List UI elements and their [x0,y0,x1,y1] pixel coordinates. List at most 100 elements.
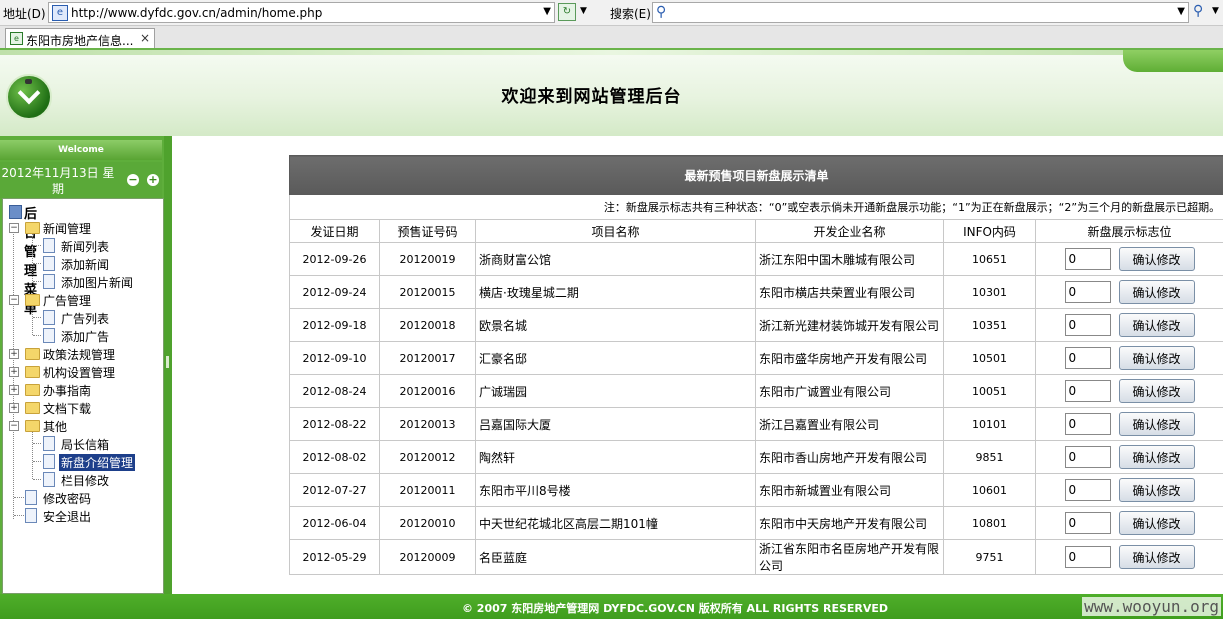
expand-icon[interactable]: + [9,403,19,413]
table-row: 2012-07-27 20120011 东阳市平川8号楼 东阳市新城置业有限公司 106… [289,473,1223,507]
developer-name-cell: 浙江省东阳市名臣房地产开发有限公司 [755,539,944,575]
flag-input[interactable] [1064,380,1111,402]
expand-icon[interactable]: + [9,385,19,395]
welcome-bar: Welcome [0,140,162,160]
confirm-edit-button[interactable]: 确认修改 [1118,346,1195,370]
tree-line [33,281,41,282]
table-row: 2012-08-2220120013吕嘉国际大厦浙江吕嘉置业有限公司10101 确… [289,407,1223,441]
flag-input[interactable] [1064,479,1111,501]
table-title-row: 最新预售项目新盘展示清单 [288,155,1223,195]
chevron-down-icon[interactable]: ▼ [1212,6,1219,16]
table-row: 2012-09-10 20120017 汇豪名邸 东阳市盛华房地产开发有限公司 1050… [289,341,1223,375]
cert-number-cell: 20120018 [379,308,476,342]
date-line-1: 2012年11月13日 星期 [1,166,115,196]
page-icon [43,472,55,487]
date-area: 2012年11月13日 星期 二 − + [0,162,162,212]
info-code-cell: 10301 [943,275,1036,309]
collapse-icon[interactable]: − [9,421,19,431]
tree-line [33,263,41,264]
column-header: 项目名称 [475,219,756,243]
project-name-cell: 浙商财富公馆 [475,242,756,276]
confirm-edit-button[interactable]: 确认修改 [1118,511,1195,535]
expand-all-button[interactable]: + [147,174,159,186]
expand-icon[interactable]: + [9,349,19,359]
column-header: 发证日期 [289,219,380,243]
page-icon [43,328,55,343]
flag-input[interactable] [1064,248,1111,270]
copyright-text: © 2007 东阳房地产管理网 DYFDC.GOV.CN 版权所有 ALL RI… [461,602,889,615]
tree-line [14,497,24,498]
flag-input[interactable] [1064,413,1111,435]
flag-input[interactable] [1064,546,1111,568]
developer-name-cell: 浙江东阳中国木雕城有限公司 [755,242,944,276]
issue-date-cell: 2012-05-29 [289,539,380,575]
collapse-icon[interactable]: − [9,223,19,233]
page-icon [43,436,55,451]
splitter-handle-icon[interactable] [166,356,169,368]
flag-input[interactable] [1064,281,1111,303]
sidebar: Welcome 2012年11月13日 星期 二 − + 后台管理菜单 − 新闻… [0,136,172,594]
tree-line [33,479,41,480]
confirm-edit-button[interactable]: 确认修改 [1118,545,1195,569]
flag-input[interactable] [1064,512,1111,534]
table-row: 2012-09-26 20120019 浙商财富公馆 浙江东阳中国木雕城有限公司 106… [289,242,1223,276]
chevron-down-icon[interactable]: ▼ [580,6,587,16]
folder-open-icon [25,222,40,234]
sidebar-splitter[interactable] [164,136,172,594]
cert-number-cell: 20120010 [379,506,476,540]
developer-name-cell: 东阳市香山房地产开发有限公司 [755,440,944,474]
project-name-cell: 汇豪名邸 [475,341,756,375]
search-go-icon[interactable]: ⚲ [1193,3,1203,19]
confirm-edit-button[interactable]: 确认修改 [1118,280,1195,304]
project-name-cell: 吕嘉国际大厦 [475,407,756,441]
project-name-cell: 东阳市平川8号楼 [475,473,756,507]
chevron-down-icon[interactable]: ▼ [543,6,551,17]
info-code-cell: 10101 [943,407,1036,441]
folder-open-icon [25,420,40,432]
menu-item-label: 新闻列表 [61,240,110,254]
address-url: http://www.dyfdc.gov.cn/admin/home.php [71,6,323,20]
issue-date-cell: 2012-06-04 [289,506,380,540]
developer-name-cell: 浙江新光建材装饰城开发有限公司 [755,308,944,342]
table-note: 注：新盘展示标志共有三种状态：“0”或空表示倘未开通新盘展示功能；“1”为正在新… [288,194,1223,220]
collapse-all-button[interactable]: − [127,174,139,186]
flag-input[interactable] [1064,347,1111,369]
browser-tab[interactable]: e 东阳市房地产信息... × [5,28,155,48]
search-input[interactable]: ⚲ ▼ [652,2,1189,23]
chevron-down-icon[interactable]: ▼ [1177,6,1185,17]
menu-tree: 后台管理菜单 − 新闻管理 新闻列表 添加新闻 添加图片新闻 − [2,198,164,594]
collapse-icon[interactable]: − [9,295,19,305]
go-refresh-icon[interactable]: ↻ [558,3,576,21]
page-icon [43,256,55,271]
tree-line [33,461,41,462]
flag-input[interactable] [1064,314,1111,336]
menu-item-label: 局长信箱 [61,438,110,452]
project-name-cell: 横店·玫瑰星城二期 [475,275,756,309]
confirm-edit-button[interactable]: 确认修改 [1118,445,1195,469]
menu-item-label: 添加新闻 [61,258,110,272]
site-footer: © 2007 东阳房地产管理网 DYFDC.GOV.CN 版权所有 ALL RI… [0,594,1223,619]
tab-page-icon: e [10,32,23,45]
tree-line [32,233,33,281]
table-row: 2012-06-04 20120010 中天世纪花城北区高层二期101幢 东阳市中天房… [289,506,1223,540]
confirm-edit-button[interactable]: 确认修改 [1118,313,1195,337]
flag-cell: 确认修改 [1034,308,1223,342]
close-icon[interactable]: × [140,31,150,45]
confirm-edit-button[interactable]: 确认修改 [1118,247,1195,271]
expand-icon[interactable]: + [9,367,19,377]
browser-tab-bar: e 东阳市房地产信息... × [0,26,1223,49]
confirm-edit-button[interactable]: 确认修改 [1118,412,1195,436]
flag-cell: 确认修改 [1034,341,1223,375]
flag-input[interactable] [1064,446,1111,468]
address-input[interactable]: e http://www.dyfdc.gov.cn/admin/home.php… [48,2,555,23]
page-icon [25,508,37,523]
confirm-edit-button[interactable]: 确认修改 [1118,379,1195,403]
header-stripe [0,50,1223,55]
project-name-cell: 广诚瑞园 [475,374,756,408]
page-title: 欢迎来到网站管理后台 [501,87,682,107]
issue-date-cell: 2012-09-18 [289,308,380,342]
project-name-cell: 陶然轩 [475,440,756,474]
table-row: 2012-09-18 20120018 欧景名城 浙江新光建材装饰城开发有限公司 103… [289,308,1223,342]
confirm-edit-button[interactable]: 确认修改 [1118,478,1195,502]
info-code-cell: 10351 [943,308,1036,342]
